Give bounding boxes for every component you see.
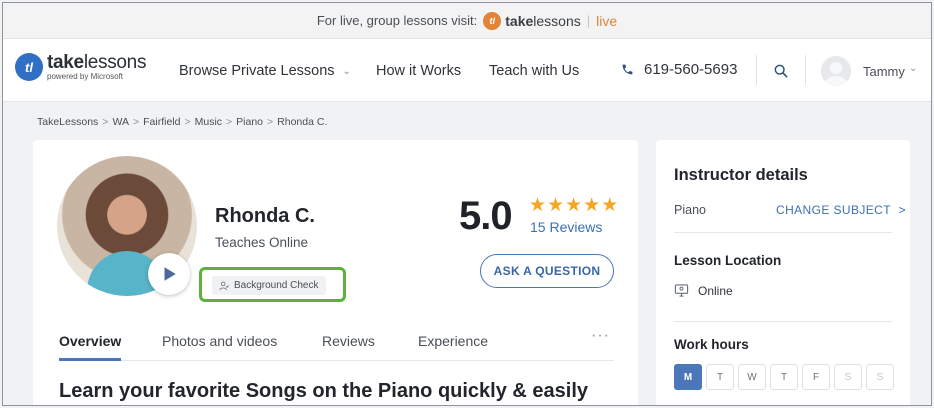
promo-live-label: live — [596, 12, 618, 29]
profile-card: Rhonda C. Teaches Online Background Chec… — [33, 140, 638, 405]
day-saturday: S — [834, 364, 862, 390]
logo-name: takelessons — [47, 52, 147, 73]
tab-reviews[interactable]: Reviews — [322, 333, 375, 349]
day-wednesday[interactable]: W — [738, 364, 766, 390]
teaches-mode: Teaches Online — [215, 235, 309, 250]
work-hours-title: Work hours — [674, 337, 749, 352]
day-thursday[interactable]: T — [770, 364, 798, 390]
nav-browse-private-lessons[interactable]: Browse Private Lessons ⌄ — [179, 63, 351, 79]
badge-label: Background Check — [234, 280, 319, 291]
phone-number: 619-560-5693 — [644, 61, 738, 78]
star-icon: ★ — [583, 195, 601, 216]
phone-link[interactable]: 619-560-5693 — [621, 61, 737, 78]
takelessons-mark-icon: tl — [483, 11, 502, 30]
breadcrumb: TakeLessons > WA > Fairfield > Music > P… — [37, 116, 327, 128]
active-tab-indicator — [59, 358, 121, 361]
promo-bar: For live, group lessons visit: tl takele… — [3, 3, 931, 39]
change-subject-label: CHANGE SUBJECT — [776, 203, 891, 217]
star-icon: ★ — [547, 195, 565, 216]
subject-value: Piano — [674, 203, 706, 217]
star-icon: ★ — [601, 195, 619, 216]
nav-divider — [756, 55, 757, 85]
nav-how-it-works[interactable]: How it Works — [376, 63, 461, 79]
user-avatar[interactable] — [821, 56, 851, 86]
location-value: Online — [698, 283, 733, 298]
day-monday[interactable]: M — [674, 364, 702, 390]
change-subject-link[interactable]: CHANGE SUBJECT > — [776, 203, 906, 217]
breadcrumb-item[interactable]: Fairfield — [143, 116, 180, 128]
day-tuesday[interactable]: T — [706, 364, 734, 390]
tab-overview[interactable]: Overview — [59, 333, 121, 349]
breadcrumb-separator: > — [267, 116, 274, 128]
online-monitor-icon — [674, 284, 689, 297]
chevron-down-icon: ⌄ — [342, 66, 351, 77]
star-icon: ★ — [565, 195, 583, 216]
work-days: M T W T F S S — [674, 364, 894, 390]
details-divider — [674, 232, 892, 233]
star-icon: ★ — [529, 195, 547, 216]
phone-icon — [622, 64, 633, 75]
ask-question-button[interactable]: ASK A QUESTION — [480, 254, 614, 288]
main-navbar: tl takelessons powered by Microsoft Brow… — [3, 39, 931, 102]
breadcrumb-separator: > — [132, 116, 140, 128]
breadcrumb-current: Rhonda C. — [277, 116, 328, 128]
takelessons-logo[interactable]: tl takelessons powered by Microsoft — [15, 53, 146, 81]
profile-headline: Learn your favorite Songs on the Piano q… — [59, 380, 589, 402]
nav-teach-with-us[interactable]: Teach with Us — [489, 63, 579, 79]
nav-browse-label: Browse Private Lessons — [179, 63, 335, 79]
more-tabs-icon[interactable]: ··· — [591, 327, 610, 345]
background-check-badge[interactable]: Background Check — [212, 276, 326, 295]
reviews-count-link[interactable]: 15 Reviews — [530, 219, 602, 235]
instructor-name: Rhonda C. — [215, 205, 315, 227]
user-menu-name[interactable]: Tammy — [863, 64, 905, 79]
breadcrumb-item[interactable]: Music — [195, 116, 222, 128]
lesson-location: Online — [674, 283, 733, 298]
search-icon[interactable] — [773, 63, 789, 79]
tab-experience[interactable]: Experience — [418, 333, 488, 349]
person-check-icon — [219, 281, 229, 290]
promo-separator: | — [586, 13, 591, 28]
play-icon — [164, 267, 176, 281]
star-rating: ★ ★ ★ ★ ★ — [529, 196, 618, 215]
chevron-down-icon[interactable]: ⌄ — [909, 63, 917, 74]
day-sunday: S — [866, 364, 894, 390]
play-video-button[interactable] — [148, 253, 190, 295]
breadcrumb-item[interactable]: Piano — [236, 116, 263, 128]
details-title: Instructor details — [674, 166, 808, 184]
profile-tabs: Overview Photos and videos Reviews Exper… — [59, 325, 614, 361]
breadcrumb-item[interactable]: TakeLessons — [37, 116, 98, 128]
logo-text: takelessons powered by Microsoft — [47, 53, 146, 81]
promo-text: For live, group lessons visit: — [316, 13, 478, 28]
breadcrumb-separator: > — [226, 116, 233, 128]
breadcrumb-item[interactable]: WA — [112, 116, 129, 128]
nav-divider — [805, 55, 806, 85]
promo-brand: takelessons — [505, 12, 581, 29]
page-frame: For live, group lessons visit: tl takele… — [2, 2, 932, 406]
takelessons-logo-icon: tl — [15, 53, 43, 81]
tab-photos-and-videos[interactable]: Photos and videos — [162, 333, 277, 349]
chevron-right-icon: > — [898, 203, 906, 217]
logo-subtitle: powered by Microsoft — [47, 72, 124, 81]
takelessons-live-link[interactable]: tl takelessons | live — [483, 11, 618, 30]
rating-score: 5.0 — [459, 194, 513, 238]
breadcrumb-separator: > — [102, 116, 109, 128]
instructor-details-panel: Instructor details Piano CHANGE SUBJECT … — [656, 140, 910, 405]
lesson-location-title: Lesson Location — [674, 253, 782, 268]
breadcrumb-separator: > — [184, 116, 191, 128]
details-divider — [674, 321, 892, 322]
day-friday[interactable]: F — [802, 364, 830, 390]
